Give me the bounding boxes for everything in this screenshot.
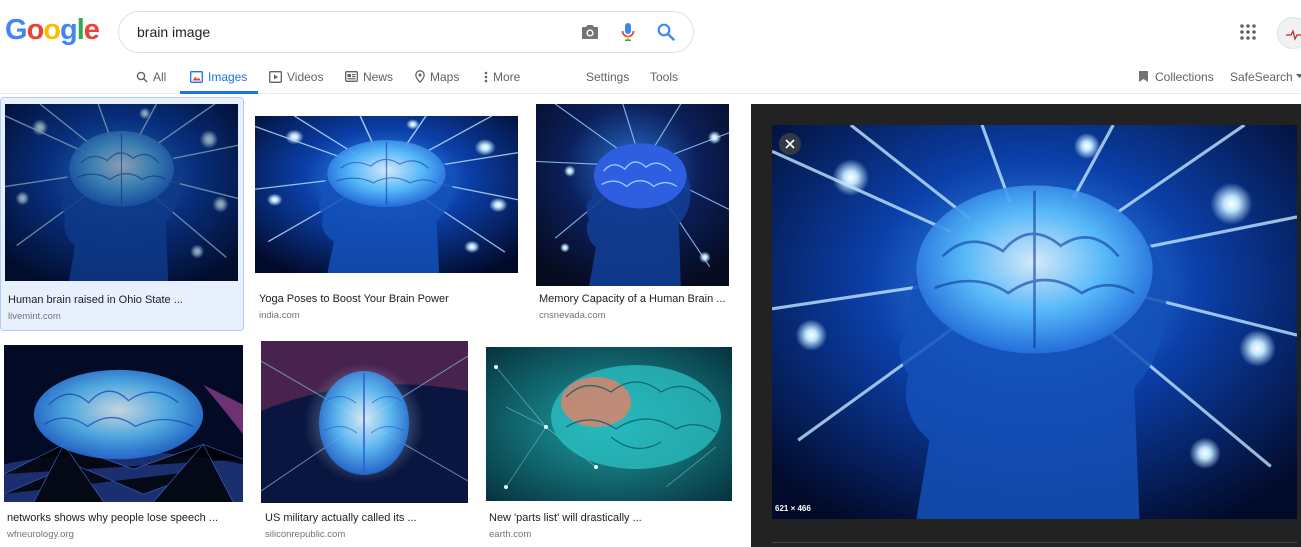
- logo-letter: l: [76, 14, 85, 46]
- safesearch-label: SafeSearch: [1230, 69, 1293, 84]
- image-result[interactable]: Human brain raised in Ohio State ... liv…: [0, 97, 244, 331]
- result-title: Memory Capacity of a Human Brain ...: [539, 293, 726, 305]
- result-thumbnail: [255, 116, 518, 273]
- image-result[interactable]: Memory Capacity of a Human Brain ... cns…: [532, 103, 732, 327]
- play-icon: [269, 70, 282, 83]
- result-title: Human brain raised in Ohio State ...: [8, 294, 183, 306]
- result-source: wfneurology.org: [7, 529, 74, 540]
- tab-label: More: [493, 69, 521, 84]
- tab-label: Maps: [430, 69, 460, 84]
- caret-down-icon: [1295, 74, 1301, 78]
- account-avatar[interactable]: [1277, 17, 1301, 49]
- logo-letter: G: [5, 14, 28, 46]
- map-pin-icon: [415, 70, 425, 83]
- image-result[interactable]: US military actually called its ... sili…: [257, 340, 473, 547]
- tab-more[interactable]: More: [484, 60, 528, 93]
- logo-letter: o: [43, 14, 61, 46]
- camera-icon[interactable]: [579, 21, 601, 43]
- tab-label: Images: [208, 69, 248, 84]
- tab-videos[interactable]: Videos: [269, 60, 327, 93]
- image-dimensions: 621 × 466: [775, 504, 811, 513]
- result-source: livemint.com: [8, 311, 61, 322]
- image-icon: [190, 70, 203, 83]
- result-source: cnsnevada.com: [539, 310, 606, 321]
- search-box: [118, 11, 694, 53]
- result-thumbnail: [486, 347, 732, 501]
- tools-link[interactable]: Tools: [650, 60, 678, 93]
- result-source: earth.com: [489, 529, 532, 540]
- image-preview-panel: 621 × 466: [751, 104, 1301, 547]
- microphone-icon[interactable]: [617, 21, 639, 43]
- google-logo[interactable]: Google: [5, 14, 100, 47]
- result-title: US military actually called its ...: [265, 512, 417, 524]
- result-thumbnail: [536, 104, 729, 286]
- logo-letter: g: [60, 14, 78, 46]
- collections-link[interactable]: Collections: [1138, 60, 1214, 93]
- bookmark-icon: [1139, 71, 1148, 82]
- search-tabs: All Images Videos News Maps More Setting…: [0, 60, 1301, 94]
- result-title: New 'parts list' will drastically ...: [489, 512, 642, 524]
- tab-label: All: [153, 69, 167, 84]
- search-icon[interactable]: [655, 21, 677, 43]
- logo-letter: e: [83, 14, 100, 46]
- search-input[interactable]: [137, 22, 567, 42]
- result-source: india.com: [259, 310, 300, 321]
- news-icon: [345, 71, 358, 82]
- more-vert-icon: [484, 71, 488, 82]
- result-thumbnail: [4, 345, 243, 502]
- search-actions: [579, 21, 677, 43]
- tab-news[interactable]: News: [345, 60, 397, 93]
- result-source: siliconrepublic.com: [265, 529, 346, 540]
- result-thumbnail: [261, 341, 468, 503]
- close-preview-button[interactable]: [779, 133, 801, 155]
- result-title: networks shows why people lose speech ..…: [7, 512, 218, 524]
- tab-label: Videos: [287, 69, 324, 84]
- close-icon: [785, 139, 795, 149]
- tab-label: News: [363, 69, 394, 84]
- tab-maps[interactable]: Maps: [415, 60, 465, 93]
- result-title: Yoga Poses to Boost Your Brain Power: [259, 293, 449, 305]
- search-icon: [136, 71, 148, 83]
- collections-label: Collections: [1155, 69, 1214, 84]
- image-result[interactable]: Yoga Poses to Boost Your Brain Power ind…: [251, 103, 521, 327]
- image-result[interactable]: networks shows why people lose speech ..…: [0, 340, 248, 547]
- result-thumbnail: [5, 104, 238, 281]
- tab-all[interactable]: All: [136, 60, 170, 93]
- apps-grid-icon[interactable]: [1240, 24, 1256, 40]
- tab-images[interactable]: Images: [180, 60, 258, 94]
- preview-image[interactable]: [772, 125, 1297, 519]
- logo-letter: o: [26, 14, 45, 46]
- image-result[interactable]: New 'parts list' will drastically ... ea…: [482, 340, 737, 547]
- settings-link[interactable]: Settings: [586, 60, 629, 93]
- safesearch-dropdown[interactable]: SafeSearch: [1230, 60, 1301, 93]
- divider: [772, 542, 1297, 543]
